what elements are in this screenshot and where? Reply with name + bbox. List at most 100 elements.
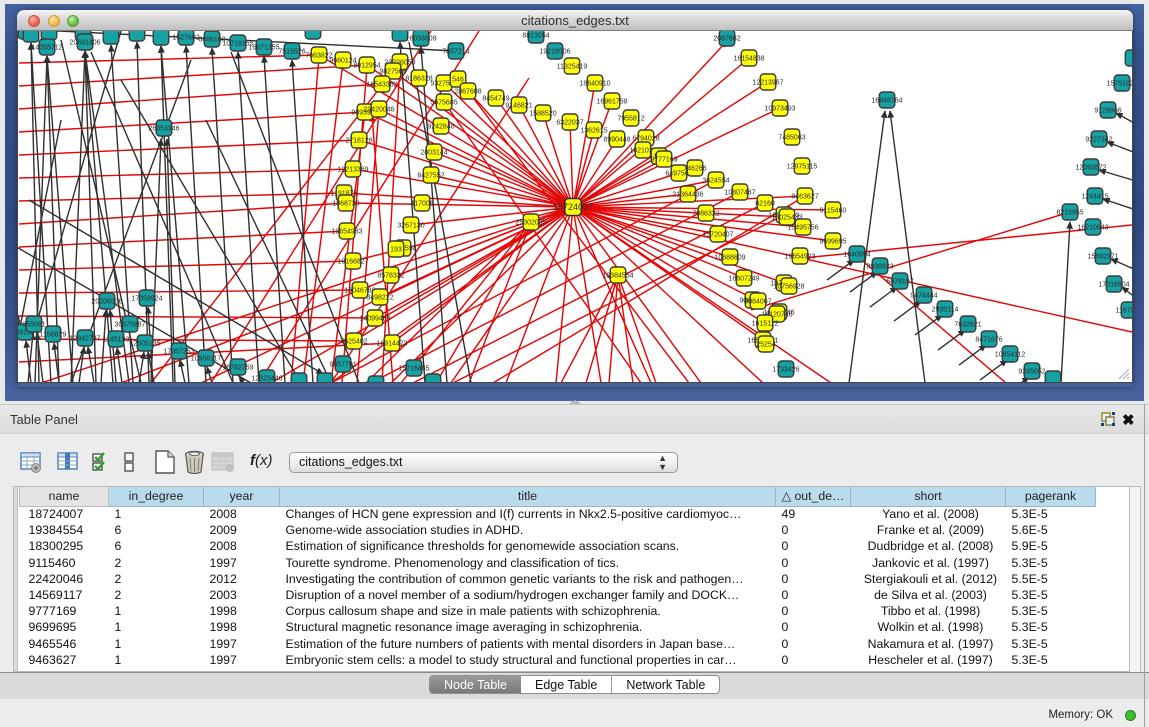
svg-text:7632621: 7632621: [954, 322, 981, 329]
svg-text:15751024: 15751024: [1106, 81, 1133, 88]
svg-text:9245052: 9245052: [1018, 369, 1045, 376]
svg-text:10756928: 10756928: [773, 284, 804, 291]
svg-text:1615112: 1615112: [752, 321, 779, 328]
svg-text:2867608: 2867608: [454, 89, 481, 96]
svg-text:14055712: 14055712: [31, 45, 62, 52]
svg-text:15495756: 15495756: [787, 225, 818, 232]
svg-text:23420046: 23420046: [363, 107, 394, 114]
svg-text:2935114: 2935114: [932, 307, 959, 314]
svg-text:6322037: 6322037: [556, 120, 583, 127]
svg-text:26053346: 26053346: [148, 126, 179, 133]
svg-text:3267130: 3267130: [397, 223, 424, 230]
svg-text:1527602: 1527602: [172, 35, 199, 42]
svg-text:10688609: 10688609: [714, 255, 745, 262]
svg-text:12505135: 12505135: [129, 341, 160, 348]
svg-text:18607249: 18607249: [728, 276, 759, 283]
svg-text:1145193: 1145193: [103, 337, 130, 344]
svg-text:19218506: 19218506: [539, 49, 570, 56]
svg-text:8938923: 8938923: [866, 264, 893, 271]
svg-text:14099489: 14099489: [359, 316, 390, 323]
svg-text:17016504: 17016504: [1098, 282, 1129, 289]
svg-text:9474444: 9474444: [910, 293, 937, 300]
svg-text:15692971: 15692971: [1087, 254, 1118, 261]
svg-text:7485063: 7485063: [778, 135, 805, 142]
svg-text:8186328: 8186328: [405, 76, 432, 83]
svg-text:8454749: 8454749: [482, 96, 509, 103]
svg-text:9115460: 9115460: [820, 208, 847, 215]
svg-text:16671355: 16671355: [248, 45, 279, 52]
svg-text:8578332: 8578332: [377, 273, 404, 280]
svg-text:8813054: 8813054: [522, 33, 549, 40]
svg-text:16033809: 16033809: [405, 36, 436, 43]
svg-text:3624554: 3624554: [702, 178, 729, 185]
svg-text:8427552: 8427552: [417, 173, 444, 180]
svg-text:21364436: 21364436: [672, 192, 703, 199]
svg-text:25254: 25254: [756, 342, 776, 349]
svg-text:19654923: 19654923: [784, 254, 815, 261]
svg-text:16543362: 16543362: [366, 82, 397, 89]
svg-text:7515526: 7515526: [278, 49, 305, 56]
svg-text:193: 193: [390, 247, 402, 254]
svg-text:10654112: 10654112: [995, 352, 1026, 359]
svg-text:7857214: 7857214: [442, 49, 469, 56]
svg-text:9242848: 9242848: [427, 124, 454, 131]
svg-text:546: 546: [452, 77, 464, 84]
svg-text:8990448: 8990448: [603, 137, 630, 144]
svg-text:9699695: 9699695: [819, 239, 846, 246]
svg-text:15720407: 15720407: [702, 232, 733, 239]
svg-text:9827509: 9827509: [379, 69, 406, 76]
svg-text:1156829: 1156829: [40, 332, 67, 339]
svg-text:9463627: 9463627: [791, 194, 818, 201]
svg-text:17957253: 17957253: [163, 349, 194, 356]
svg-text:8471676: 8471676: [975, 337, 1002, 344]
svg-text:1362615: 1362615: [580, 128, 607, 135]
svg-text:16782759: 16782759: [222, 365, 253, 372]
svg-text:18640910: 18640910: [579, 81, 610, 88]
svg-text:30975887: 30975887: [114, 322, 145, 329]
svg-text:19384554: 19384554: [602, 273, 633, 280]
svg-text:6879197: 6879197: [886, 279, 913, 286]
svg-text:2718126: 2718126: [345, 138, 372, 145]
svg-text:9227342: 9227342: [1085, 137, 1112, 144]
svg-text:9129966: 9129966: [1094, 108, 1121, 115]
svg-text:5675685: 5675685: [430, 100, 457, 107]
svg-text:10958117: 10958117: [191, 356, 222, 363]
svg-text:10973493: 10973493: [764, 106, 795, 113]
svg-text:9777169: 9777169: [650, 157, 677, 164]
svg-text:9084067: 9084067: [744, 299, 771, 306]
svg-text:19166827: 19166827: [337, 259, 368, 266]
svg-text:1167533: 1167533: [1116, 308, 1133, 315]
svg-text:62160: 62160: [755, 201, 775, 208]
svg-text:16046788: 16046788: [344, 288, 375, 295]
svg-text:355061: 355061: [22, 322, 45, 329]
svg-text:3498222: 3498222: [366, 295, 393, 302]
svg-text:19654983: 19654983: [331, 229, 362, 236]
svg-text:7955812: 7955812: [617, 116, 644, 123]
svg-text:1588520: 1588520: [529, 111, 556, 118]
svg-text:9146821: 9146821: [505, 103, 532, 110]
svg-text:16154838: 16154838: [733, 56, 764, 63]
svg-text:7625402: 7625402: [340, 339, 367, 346]
svg-text:12093872: 12093872: [1075, 165, 1106, 172]
svg-text:25302035: 25302035: [515, 220, 546, 227]
svg-text:12975115: 12975115: [787, 164, 818, 171]
svg-text:746266: 746266: [683, 166, 706, 173]
svg-text:8215955: 8215955: [1056, 210, 1083, 217]
svg-text:9857791: 9857791: [329, 362, 356, 369]
svg-text:16914473: 16914473: [376, 341, 407, 348]
svg-text:12942737: 12942737: [69, 336, 100, 343]
svg-text:1733426: 1733426: [772, 367, 799, 374]
svg-text:1868733: 1868733: [332, 201, 359, 208]
svg-text:17359924: 17359924: [131, 296, 162, 303]
svg-text:16648764: 16648764: [871, 98, 902, 105]
svg-text:18724007: 18724007: [553, 202, 593, 212]
svg-text:15716485: 15716485: [398, 366, 429, 373]
svg-text:7986322: 7986322: [692, 211, 719, 218]
svg-text:1640954: 1640954: [843, 252, 870, 259]
svg-text:11325419: 11325419: [557, 64, 588, 71]
svg-text:20691406: 20691406: [69, 40, 100, 47]
svg-text:12213369: 12213369: [337, 167, 368, 174]
svg-text:2803144: 2803144: [420, 150, 447, 157]
svg-text:12323446: 12323446: [251, 376, 282, 383]
svg-text:2087682: 2087682: [713, 36, 740, 43]
